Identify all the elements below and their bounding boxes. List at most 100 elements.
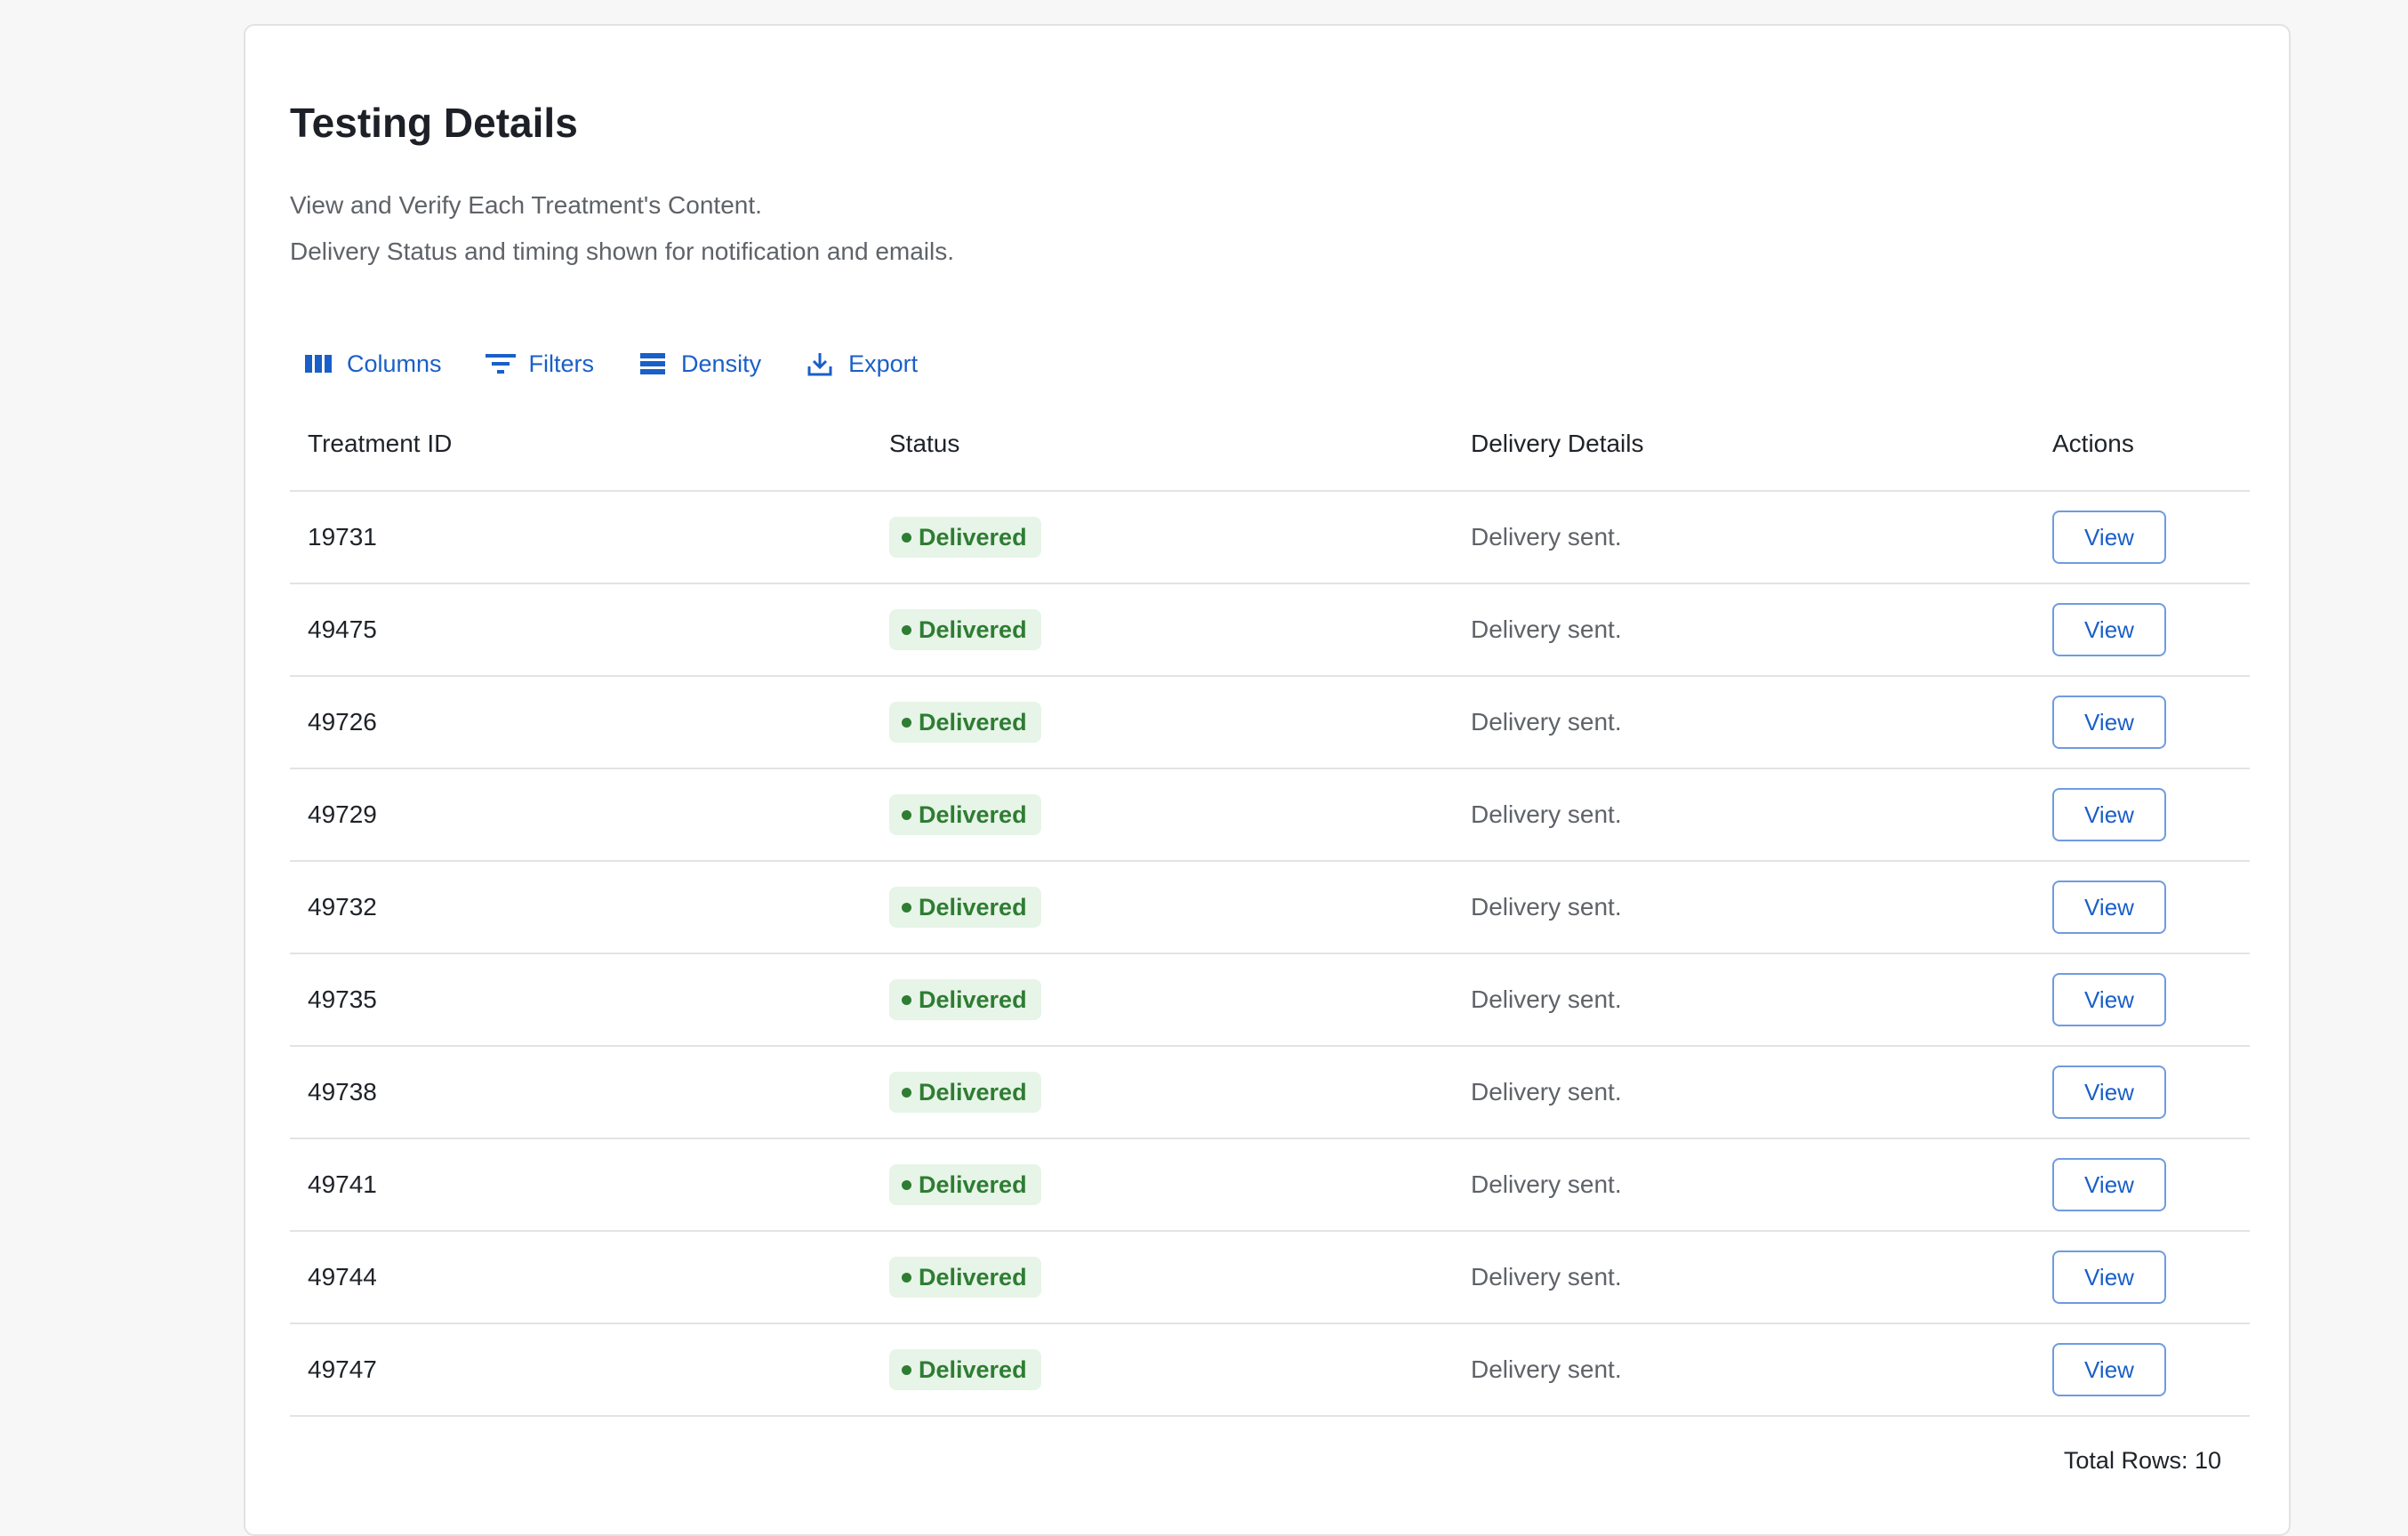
status-cell: Delivered xyxy=(889,492,1041,583)
status-cell: Delivered xyxy=(889,1139,1041,1230)
status-dot-icon xyxy=(902,532,911,543)
status-badge: Delivered xyxy=(889,1072,1041,1113)
actions-cell: View xyxy=(2052,492,2166,583)
status-dot-icon xyxy=(902,1179,911,1190)
density-icon xyxy=(635,346,670,382)
table-row: 49744 Delivered Delivery sent. View xyxy=(290,1232,2250,1324)
columns-icon xyxy=(301,346,336,382)
status-cell: Delivered xyxy=(889,1047,1041,1138)
status-dot-icon xyxy=(902,809,911,820)
table-row: 49732 Delivered Delivery sent. View xyxy=(290,862,2250,954)
actions-cell: View xyxy=(2052,1047,2166,1138)
density-label: Density xyxy=(681,350,762,377)
status-cell: Delivered xyxy=(889,769,1041,860)
column-header-treatment-id[interactable]: Treatment ID xyxy=(308,398,452,490)
status-dot-icon xyxy=(902,902,911,913)
columns-button[interactable]: Columns xyxy=(290,346,442,382)
status-label: Delivered xyxy=(919,615,1027,643)
table-row: 49726 Delivered Delivery sent. View xyxy=(290,677,2250,769)
column-header-actions[interactable]: Actions xyxy=(2052,398,2134,490)
table-header: Treatment ID Status Delivery Details Act… xyxy=(290,398,2250,492)
status-badge: Delivered xyxy=(889,609,1041,650)
actions-cell: View xyxy=(2052,1232,2166,1323)
column-header-delivery-details[interactable]: Delivery Details xyxy=(1471,398,1644,490)
status-cell: Delivered xyxy=(889,677,1041,768)
treatment-id-cell: 49732 xyxy=(308,893,377,921)
view-button[interactable]: View xyxy=(2052,1251,2166,1304)
actions-cell: View xyxy=(2052,584,2166,675)
status-dot-icon xyxy=(902,624,911,635)
actions-cell: View xyxy=(2052,954,2166,1045)
status-label: Delivered xyxy=(919,523,1027,551)
status-label: Delivered xyxy=(919,708,1027,736)
status-label: Delivered xyxy=(919,1355,1027,1383)
status-label: Delivered xyxy=(919,985,1027,1013)
status-badge: Delivered xyxy=(889,979,1041,1020)
delivery-details-cell: Delivery sent. xyxy=(1471,893,1622,921)
status-badge: Delivered xyxy=(889,1164,1041,1205)
status-dot-icon xyxy=(902,1272,911,1283)
status-badge: Delivered xyxy=(889,887,1041,928)
density-button[interactable]: Density xyxy=(624,346,761,382)
status-cell: Delivered xyxy=(889,1324,1041,1415)
delivery-details-cell: Delivery sent. xyxy=(1471,1078,1622,1106)
view-button[interactable]: View xyxy=(2052,788,2166,841)
table-toolbar: Columns Filters Density Export xyxy=(290,344,948,383)
view-button[interactable]: View xyxy=(2052,511,2166,564)
status-cell: Delivered xyxy=(889,862,1041,953)
delivery-details-cell: Delivery sent. xyxy=(1471,985,1622,1013)
treatment-id-cell: 49738 xyxy=(308,1078,377,1106)
view-button[interactable]: View xyxy=(2052,1343,2166,1396)
actions-cell: View xyxy=(2052,1139,2166,1230)
status-label: Delivered xyxy=(919,1078,1027,1106)
status-cell: Delivered xyxy=(889,1232,1041,1323)
treatment-id-cell: 49747 xyxy=(308,1355,377,1383)
page-subtitle-line1: View and Verify Each Treatment's Content… xyxy=(290,191,762,219)
status-label: Delivered xyxy=(919,800,1027,828)
status-dot-icon xyxy=(902,1087,911,1098)
view-button[interactable]: View xyxy=(2052,1158,2166,1211)
view-button[interactable]: View xyxy=(2052,1066,2166,1119)
treatment-id-cell: 49741 xyxy=(308,1170,377,1198)
view-button[interactable]: View xyxy=(2052,696,2166,749)
status-cell: Delivered xyxy=(889,584,1041,675)
testing-details-card: Testing Details View and Verify Each Tre… xyxy=(244,24,2291,1536)
status-badge: Delivered xyxy=(889,1349,1041,1390)
download-icon xyxy=(802,346,838,382)
actions-cell: View xyxy=(2052,769,2166,860)
actions-cell: View xyxy=(2052,677,2166,768)
delivery-details-cell: Delivery sent. xyxy=(1471,1170,1622,1198)
status-label: Delivered xyxy=(919,1263,1027,1291)
table-row: 49475 Delivered Delivery sent. View xyxy=(290,584,2250,677)
status-label: Delivered xyxy=(919,1170,1027,1198)
status-badge: Delivered xyxy=(889,517,1041,558)
treatment-id-cell: 49475 xyxy=(308,615,377,643)
filters-button[interactable]: Filters xyxy=(472,346,595,382)
status-dot-icon xyxy=(902,1364,911,1375)
table-row: 49729 Delivered Delivery sent. View xyxy=(290,769,2250,862)
view-button[interactable]: View xyxy=(2052,603,2166,656)
treatment-id-cell: 49735 xyxy=(308,985,377,1013)
filters-label: Filters xyxy=(528,350,595,377)
table-body: 19731 Delivered Delivery sent. View 49475 Del… xyxy=(290,492,2250,1417)
column-header-status[interactable]: Status xyxy=(889,398,959,490)
status-cell: Delivered xyxy=(889,954,1041,1045)
view-button[interactable]: View xyxy=(2052,973,2166,1026)
treatment-id-cell: 49726 xyxy=(308,708,377,736)
table-row: 19731 Delivered Delivery sent. View xyxy=(290,492,2250,584)
status-dot-icon xyxy=(902,717,911,728)
actions-cell: View xyxy=(2052,1324,2166,1415)
status-dot-icon xyxy=(902,994,911,1005)
export-label: Export xyxy=(848,350,919,377)
delivery-details-cell: Delivery sent. xyxy=(1471,1263,1622,1291)
treatment-id-cell: 19731 xyxy=(308,523,377,551)
delivery-details-cell: Delivery sent. xyxy=(1471,800,1622,828)
delivery-details-cell: Delivery sent. xyxy=(1471,523,1622,551)
export-button[interactable]: Export xyxy=(791,346,918,382)
delivery-details-cell: Delivery sent. xyxy=(1471,708,1622,736)
status-badge: Delivered xyxy=(889,1257,1041,1298)
treatment-id-cell: 49744 xyxy=(308,1263,377,1291)
status-badge: Delivered xyxy=(889,702,1041,743)
view-button[interactable]: View xyxy=(2052,881,2166,934)
table-row: 49747 Delivered Delivery sent. View xyxy=(290,1324,2250,1417)
